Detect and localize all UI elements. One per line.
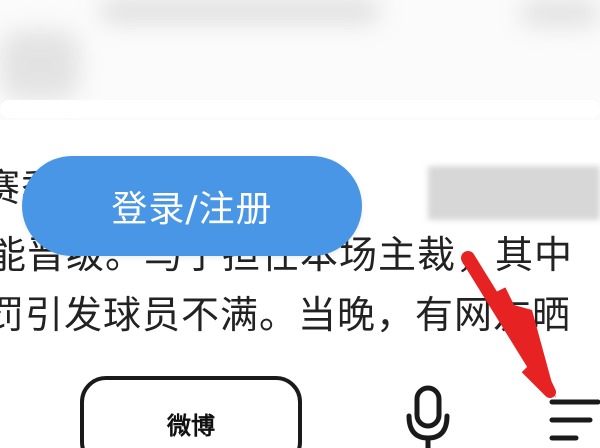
blurred-text-top <box>100 0 380 22</box>
blurred-text-left <box>0 30 80 100</box>
bottom-toolbar: 微博 <box>0 360 600 448</box>
screen: 赛季，上港 能晋级。马宁担任本场主裁，其中 罚引发球员不满。当晚，有网友晒 登录… <box>0 0 600 448</box>
article-text-line-3: 罚引发球员不满。当晚，有网友晒 <box>0 293 572 337</box>
login-register-button[interactable]: 登录/注册 <box>22 156 362 256</box>
blurred-text-right <box>520 0 600 26</box>
blurred-header <box>0 0 600 120</box>
menu-lines-icon[interactable] <box>540 384 600 448</box>
weibo-button-label: 微博 <box>167 412 215 440</box>
login-register-label: 登录/注册 <box>111 189 273 230</box>
microphone-icon[interactable] <box>404 384 454 448</box>
weibo-button[interactable]: 微博 <box>80 376 302 448</box>
blurred-redaction <box>428 166 600 220</box>
header-divider <box>0 100 600 118</box>
